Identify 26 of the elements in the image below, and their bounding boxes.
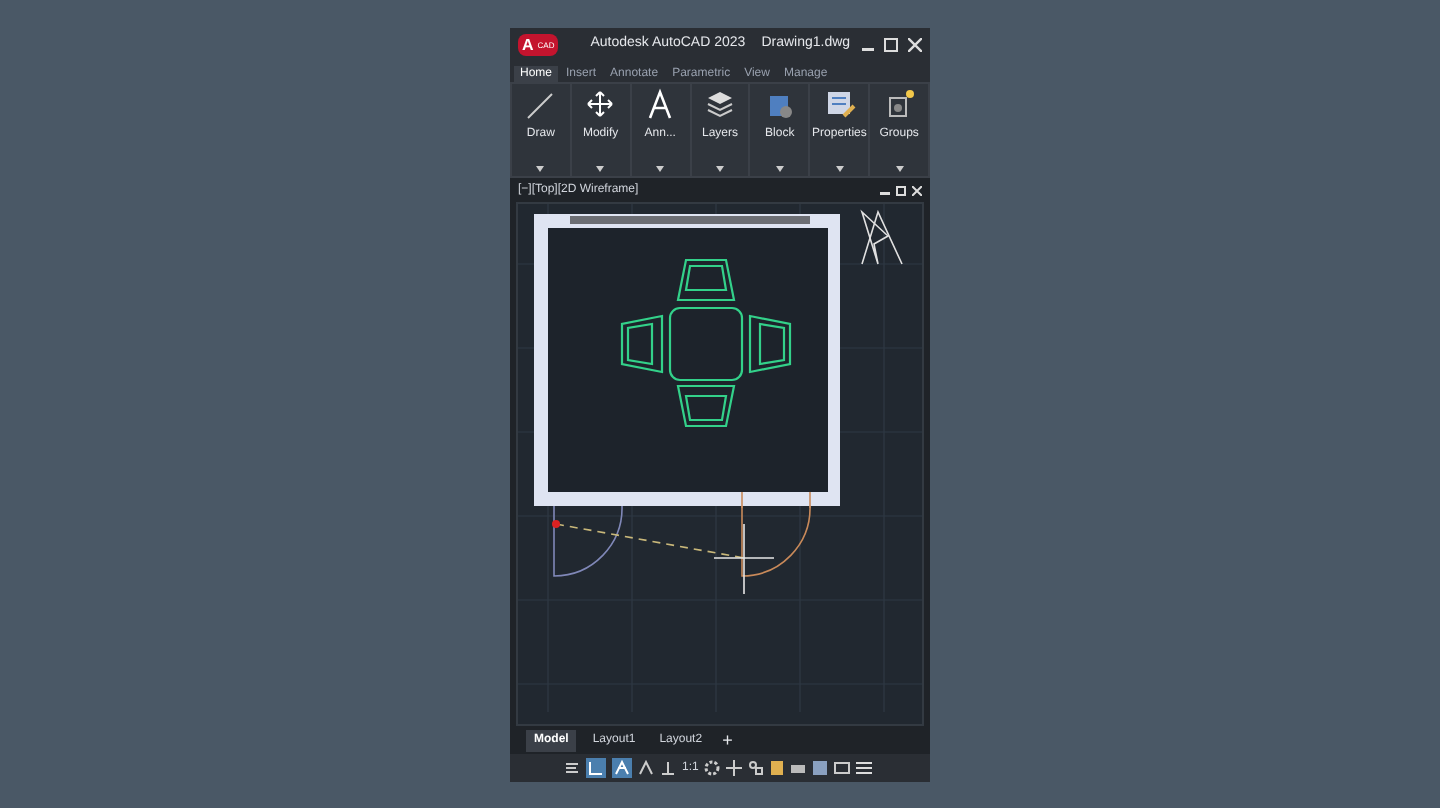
caret-icon (536, 166, 545, 172)
caret-icon (656, 166, 665, 172)
crosshair-cursor-icon (713, 523, 775, 595)
settings-icon[interactable] (704, 760, 721, 776)
maximize-icon[interactable] (884, 38, 898, 52)
modify-icon (584, 88, 617, 120)
layers-icon (704, 88, 736, 120)
caret-icon (716, 166, 724, 172)
plus-icon[interactable] (726, 760, 743, 776)
north-arrow-icon (860, 209, 903, 265)
add-layout-button[interactable]: + (718, 731, 737, 749)
draw-icon (524, 88, 557, 120)
menu-icon[interactable] (856, 760, 873, 776)
caret-icon (775, 166, 784, 172)
ortho-icon[interactable] (612, 758, 632, 778)
snap-icon[interactable] (586, 758, 606, 778)
groups-icon (883, 88, 916, 120)
close-icon[interactable] (908, 38, 922, 52)
close-icon[interactable] (912, 185, 922, 195)
screen-icon[interactable] (834, 760, 851, 776)
restore-icon[interactable] (896, 185, 906, 195)
caret-icon (895, 166, 904, 172)
annotate-icon (644, 88, 677, 120)
caret-icon (835, 166, 844, 172)
caret-icon (596, 166, 605, 172)
properties-icon (823, 88, 856, 120)
